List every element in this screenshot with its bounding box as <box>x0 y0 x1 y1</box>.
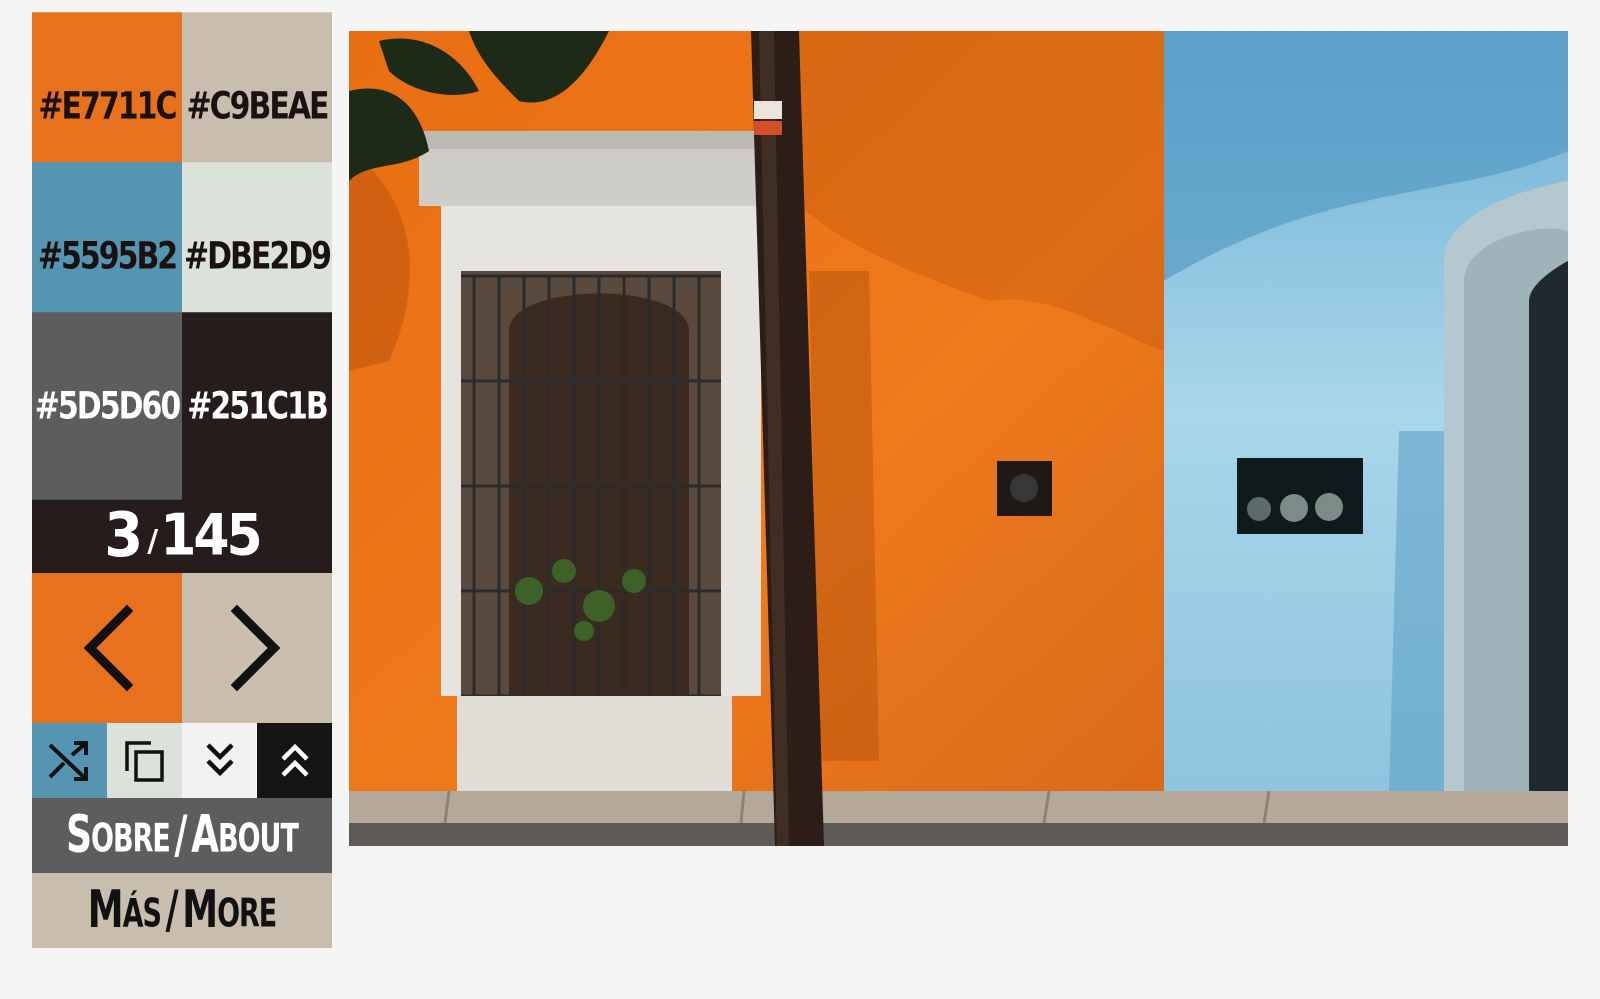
previous-button[interactable] <box>32 573 182 723</box>
more-mas-rest: ÁS <box>122 891 162 937</box>
about-link[interactable]: SOBRE / ABOUT <box>32 798 332 873</box>
about-sobre-initial: S <box>66 805 92 866</box>
more-mas-initial: M <box>87 880 124 941</box>
scroll-down-button[interactable] <box>182 723 257 798</box>
more-more-initial: M <box>182 880 218 941</box>
swatch-dark-brown[interactable]: #251C1B <box>182 312 332 500</box>
chevron-left-icon <box>83 604 134 692</box>
more-link[interactable]: MÁS / MORE <box>32 873 332 948</box>
swatch-hex: #C9BEAE <box>186 84 329 128</box>
swatch-hex: #DBE2D9 <box>183 234 332 278</box>
street-facade-photo <box>349 31 1568 846</box>
total-count: 145 <box>160 502 263 569</box>
more-slash: / <box>165 880 179 941</box>
double-chevron-down-icon <box>205 742 234 776</box>
swatch-hex: #5595B2 <box>37 234 178 278</box>
shuffle-icon <box>48 740 88 781</box>
about-about-rest: BOUT <box>218 816 299 862</box>
swatch-gray[interactable]: #5D5D60 <box>32 312 182 500</box>
scroll-up-button[interactable] <box>257 723 332 798</box>
about-slash: / <box>174 805 187 866</box>
copy-icon <box>124 740 164 782</box>
swatch-hex: #E7711C <box>38 84 177 128</box>
counter-separator: / <box>147 524 159 559</box>
chevron-right-icon <box>230 604 281 692</box>
color-palette: #E7711C #C9BEAE #5595B2 #DBE2D9 #5D5D60 … <box>32 12 332 500</box>
photo-illustration <box>349 31 1568 846</box>
double-chevron-up-icon <box>280 743 309 777</box>
toolbar <box>32 723 332 798</box>
current-index: 3 <box>104 499 143 572</box>
about-about-initial: A <box>191 805 219 866</box>
image-counter: 3 / 145 <box>32 498 332 573</box>
next-button[interactable] <box>182 573 332 723</box>
swatch-hex: #5D5D60 <box>34 384 181 428</box>
sidebar: #E7711C #C9BEAE #5595B2 #DBE2D9 #5D5D60 … <box>32 12 332 948</box>
swatch-hex: #251C1B <box>187 384 329 428</box>
more-more-rest: ORE <box>217 891 277 937</box>
about-sobre-rest: OBRE <box>91 816 171 862</box>
image-navigation <box>32 573 332 723</box>
shuffle-button[interactable] <box>32 723 107 798</box>
copy-button[interactable] <box>107 723 182 798</box>
